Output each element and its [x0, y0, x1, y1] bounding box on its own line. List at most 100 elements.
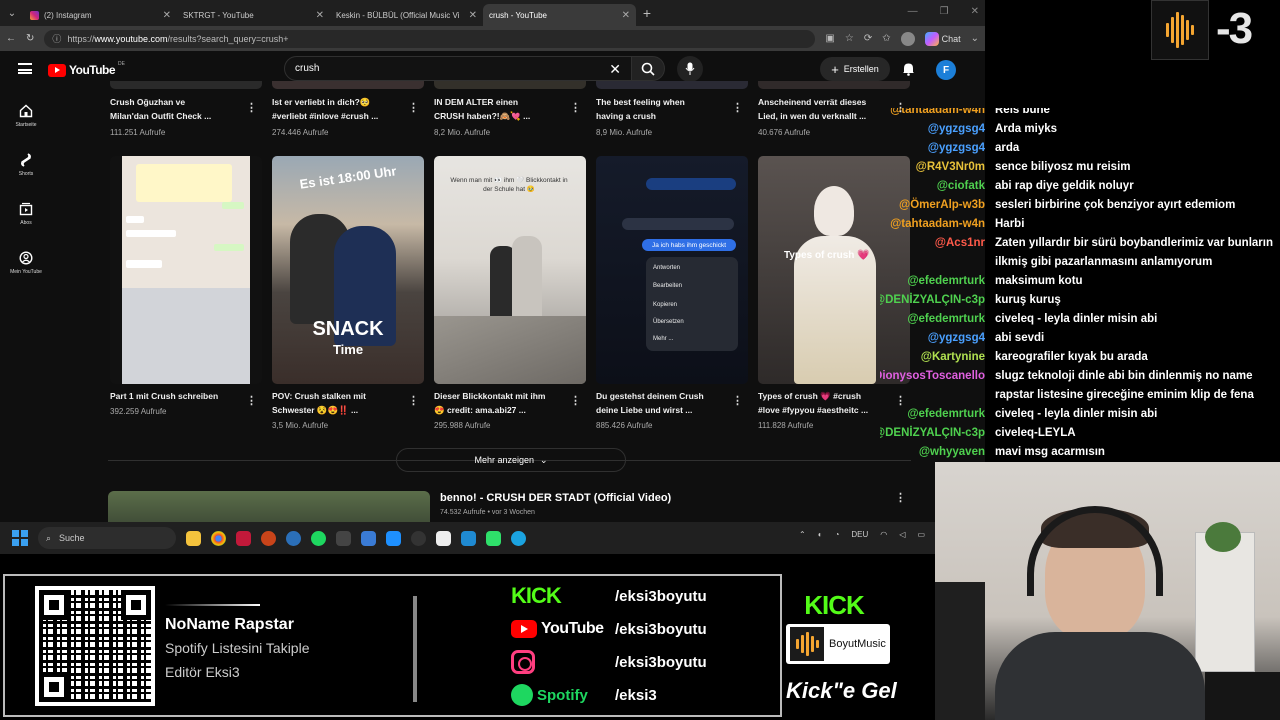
profile-avatar[interactable]: [900, 31, 915, 46]
short-title[interactable]: POV: Crush stalken mit Schwester 😵😍‼️ ...: [272, 389, 410, 417]
title-line: having a crush: [596, 111, 656, 121]
app-icon[interactable]: [286, 530, 301, 546]
title-line: POV: Crush stalken mit: [272, 391, 366, 401]
short-thumbnail[interactable]: [110, 156, 262, 384]
short-thumbnail[interactable]: Ja ich habs ihm geschickt Antworten Bear…: [596, 156, 748, 384]
chevron-up-icon[interactable]: ⌃: [799, 530, 806, 539]
obs-icon[interactable]: [411, 530, 426, 546]
close-icon[interactable]: ✕: [469, 10, 477, 21]
context-menu-item: Mehr ...: [653, 336, 674, 342]
tab-title: (2) Instagram: [44, 10, 92, 20]
edge-icon[interactable]: [511, 530, 526, 546]
more-options-icon[interactable]: ⋮: [570, 394, 581, 407]
short-thumbnail-cropped[interactable]: [110, 81, 262, 89]
file-explorer-icon[interactable]: [186, 530, 201, 546]
more-options-icon[interactable]: ⋮: [246, 394, 257, 407]
search-button[interactable]: [631, 56, 665, 81]
tray-app-icon[interactable]: ◐: [818, 530, 823, 539]
chrome-icon[interactable]: [211, 530, 226, 546]
new-tab-button[interactable]: +: [636, 5, 658, 21]
nav-item-home[interactable]: Startseite: [0, 91, 52, 140]
more-options-icon[interactable]: ⋮: [570, 101, 581, 114]
favorite-star-icon[interactable]: ☆: [845, 33, 854, 44]
tab-sktrgt[interactable]: SKTRGT - YouTube ✕: [0, 4, 985, 522]
notepad-icon[interactable]: [436, 530, 451, 546]
short-title[interactable]: Dieser Blickkontakt mit ihm 😍 credit: ama…: [434, 389, 572, 417]
input-language[interactable]: DEU: [851, 530, 868, 539]
tab-crush[interactable]: crush - YouTube ✕: [0, 4, 985, 522]
app-icon[interactable]: [336, 530, 351, 546]
tab-instagram[interactable]: (2) Instagram ✕: [24, 4, 177, 26]
create-button[interactable]: + Erstellen: [820, 57, 890, 81]
minimize-icon[interactable]: —: [908, 6, 918, 17]
close-icon[interactable]: ✕: [622, 10, 630, 21]
notifications-button[interactable]: [900, 61, 916, 77]
voice-search-button[interactable]: [677, 56, 703, 82]
short-thumbnail[interactable]: Wenn man mit 👀 ihm 🤍 Blickkontakt in der…: [434, 156, 586, 384]
short-thumbnail-cropped[interactable]: [272, 81, 424, 89]
short-title[interactable]: Crush Oğuzhan ve Milan'dan Outfit Check .…: [110, 95, 248, 123]
refresh-extension-icon[interactable]: ⟳: [864, 33, 872, 44]
app-icon[interactable]: [361, 530, 376, 546]
chat-text: arda: [995, 142, 1020, 154]
spotify-icon[interactable]: [311, 530, 326, 546]
short-title[interactable]: IN DEM ALTER einen CRUSH haben?!🙈💘 ...: [434, 95, 572, 123]
more-options-icon[interactable]: ⋮: [408, 394, 419, 407]
favorites-icon[interactable]: ✩: [882, 33, 890, 44]
tab-keskin[interactable]: Keskin - BÜLBÜL (Official Music Vi ✕: [0, 4, 985, 522]
shield-icon[interactable]: [386, 530, 401, 546]
more-options-icon[interactable]: ⋮: [895, 491, 906, 504]
nav-item-you[interactable]: Mein YouTube: [0, 238, 52, 287]
nav-item-shorts[interactable]: Shorts: [0, 140, 52, 189]
short-thumbnail-cropped[interactable]: [434, 81, 586, 89]
taskbar-search[interactable]: ⌕ Suche: [38, 527, 176, 549]
account-avatar[interactable]: F: [936, 60, 956, 80]
menu-icon[interactable]: [18, 63, 32, 74]
short-thumbnail-cropped[interactable]: [758, 81, 910, 89]
search-input[interactable]: crush ✕: [284, 56, 632, 81]
address-bar[interactable]: ⓘ https://www.youtube.com/results?search…: [44, 29, 816, 48]
short-title[interactable]: Part 1 mit Crush schreiben: [110, 389, 248, 403]
tray-app-icon[interactable]: ◔: [835, 530, 840, 539]
country-code: DE: [118, 61, 125, 67]
video-thumbnail[interactable]: [108, 491, 430, 522]
volume-icon[interactable]: ◁: [899, 530, 905, 539]
qr-finder: [39, 590, 69, 620]
short-title[interactable]: The best feeling when having a crush: [596, 95, 734, 123]
copilot-chat-button[interactable]: Chat: [924, 31, 961, 46]
more-options-icon[interactable]: ⋮: [732, 394, 743, 407]
tab-title: Keskin - BÜLBÜL (Official Music Vi: [336, 10, 460, 20]
app-icon[interactable]: [486, 530, 501, 546]
short-title[interactable]: Ist er verliebt in dich?🥺 #verliebt #inlo…: [272, 95, 410, 123]
short-title[interactable]: Du gestehst deinem Crush deine Liebe und …: [596, 389, 734, 417]
more-options-icon[interactable]: ⋮: [732, 101, 743, 114]
app-available-icon[interactable]: ▣: [825, 33, 834, 44]
chevron-down-icon[interactable]: ⌄: [971, 33, 979, 44]
chat-notice: [136, 164, 232, 202]
close-window-icon[interactable]: ✕: [971, 6, 979, 17]
app-icon[interactable]: [261, 530, 276, 546]
close-icon[interactable]: ✕: [316, 10, 324, 21]
video-title[interactable]: benno! - CRUSH DER STADT (Official Video…: [440, 492, 671, 504]
battery-icon[interactable]: ▭: [917, 530, 925, 539]
youtube-play-icon: [48, 63, 66, 77]
short-thumbnail-cropped[interactable]: [596, 81, 748, 89]
close-icon[interactable]: ✕: [163, 10, 171, 21]
maximize-icon[interactable]: ❐: [940, 6, 949, 17]
site-info-icon[interactable]: ⓘ: [52, 32, 61, 45]
show-more-button[interactable]: Mehr anzeigen ⌄: [396, 448, 626, 472]
more-options-icon[interactable]: ⋮: [246, 101, 257, 114]
nav-item-subscriptions[interactable]: Abos: [0, 189, 52, 238]
back-icon[interactable]: ←: [6, 33, 16, 44]
short-thumbnail[interactable]: Es ist 18:00 Uhr SNACK Time: [272, 156, 424, 384]
youtube-logo[interactable]: YouTube DE: [48, 61, 125, 77]
vscode-icon[interactable]: [461, 530, 476, 546]
more-options-icon[interactable]: ⋮: [408, 101, 419, 114]
wifi-icon[interactable]: ◠: [880, 530, 887, 539]
start-button[interactable]: [12, 530, 28, 546]
clear-search-icon[interactable]: ✕: [609, 61, 621, 78]
reload-icon[interactable]: ↻: [26, 33, 34, 44]
tab-actions-menu[interactable]: ⌄: [0, 0, 24, 26]
app-icon[interactable]: [236, 530, 251, 546]
plus-icon: +: [831, 61, 839, 77]
